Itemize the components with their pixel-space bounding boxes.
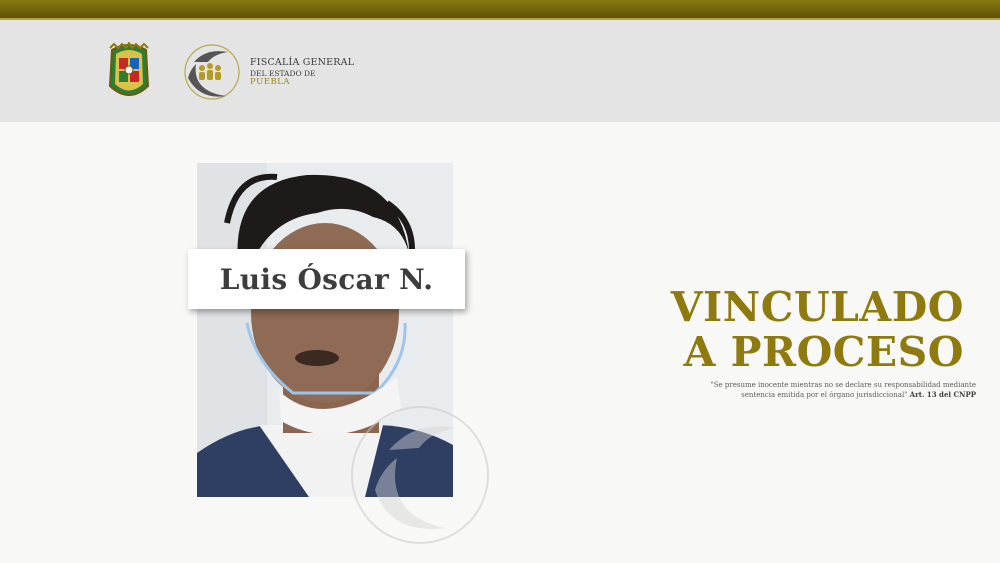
puebla-state-seal-icon [108,42,150,96]
status-line-1: VINCULADO [670,283,964,331]
person-name-label: Luis Óscar N. [188,249,465,309]
status-line-2: A PROCESO [683,328,964,376]
agency-line-2: DEL ESTADO DE [250,68,316,78]
agency-line-1: FISCALÍA GENERAL [250,57,355,68]
agency-name: FISCALÍA GENERAL DEL ESTADO DE PUEBLA [250,58,360,87]
fiscalia-logo-icon [184,44,240,100]
person-name: Luis Óscar N. [219,262,434,296]
disclaimer-line-1: "Se presume inocente mientras no se decl… [710,381,977,389]
header-banner: FISCALÍA GENERAL DEL ESTADO DE PUEBLA [0,20,1000,122]
disclaimer-line-2: sentencia emitida por el órgano jurisdic… [741,391,908,400]
top-accent-bar [0,0,1000,20]
watermark-logo-icon [351,406,489,544]
legal-disclaimer: "Se presume inocente mientras no se decl… [646,381,977,401]
agency-line-3: PUEBLA [250,77,290,87]
case-status: VINCULADO A PROCESO [671,287,964,373]
disclaimer-article: Art. 13 del CNPP [909,390,976,400]
